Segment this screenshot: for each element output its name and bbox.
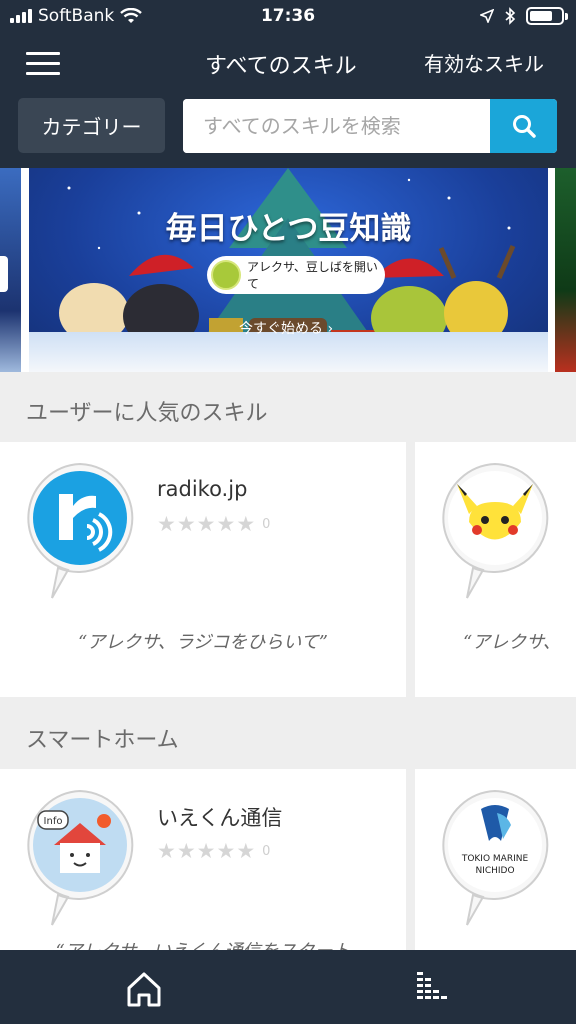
section-title-smart-home: スマートホーム [0,703,576,773]
tokio-marine-icon: TOKIO MARINE NICHIDO [442,789,549,926]
mameshiba-icon [211,260,241,290]
bluetooth-icon [505,7,516,25]
battery-icon [526,7,568,25]
star-icon: ★ [176,839,196,863]
banner-speech-bubble: アレクサ、豆しばを開いて [207,256,385,294]
star-icon: ★ [157,512,176,536]
star-icon: ★ [236,839,256,863]
next-banner-peek[interactable] [555,168,576,372]
category-button[interactable]: カテゴリー [18,98,165,153]
nichido-text: NICHIDO [475,866,514,876]
status-bar: SoftBank 17:36 [0,0,576,34]
info-badge-text: Info [44,816,63,827]
skill-card-radiko[interactable]: radiko.jp ★ ★ ★ ★ ★ 0 “アレクサ、ラジコをひらいて” [0,442,406,697]
location-arrow-icon [480,9,494,23]
star-icon: ★ [216,839,236,863]
iekun-house-icon: Info [27,789,134,926]
star-icon: ★ [176,512,196,536]
skill-invocation-phrase: “アレクサ、いえくん通信をスタート [0,937,406,950]
skill-card-tokio-marine[interactable]: TOKIO MARINE NICHIDO [415,769,576,950]
pikachu-icon [442,462,549,599]
skill-card-pikachu[interactable]: “アレクサ、 [415,442,576,697]
star-icon: ★ [196,512,216,536]
home-icon[interactable] [124,969,164,1009]
skill-name: いえくん通信 [157,806,283,830]
star-rating: ★ ★ ★ ★ ★ 0 [157,839,270,863]
search-icon [512,115,536,138]
star-icon: ★ [216,512,236,536]
star-icon: ★ [236,512,256,536]
app-header: すべてのスキル 有効なスキル カテゴリー [0,34,576,168]
banner-title: 毎日ひとつ豆知識 [165,211,412,247]
star-rating: ★ ★ ★ ★ ★ 0 [157,512,270,536]
search-bar [183,99,557,153]
skill-invocation-phrase: “アレクサ、ラジコをひらいて” [78,632,328,653]
search-input[interactable] [183,99,490,153]
banner-carousel[interactable]: 毎日ひとつ豆知識 アレクサ、豆しばを開いて 今すぐ始める › [0,168,576,372]
tab-enabled-skills[interactable]: 有効なスキル [424,48,544,77]
featured-banner[interactable]: 毎日ひとつ豆知識 アレクサ、豆しばを開いて 今すぐ始める › [29,168,548,372]
tab-all-skills[interactable]: すべてのスキル [205,48,357,80]
menu-icon[interactable] [26,52,60,76]
bottom-navigation [0,950,576,1024]
previous-banner-peek[interactable] [0,168,21,372]
skill-name: radiko.jp [157,477,248,501]
tokio-marine-text: TOKIO MARINE [461,854,529,864]
skill-invocation-phrase: “アレクサ、 [463,632,561,653]
snow-ground [29,332,548,372]
banner-bubble-text: アレクサ、豆しばを開いて [247,260,378,291]
star-icon: ★ [157,839,176,863]
skill-card-iekun[interactable]: Info いえくん通信 ★★★★★ 0 “アレクサ、いえくん通信をスタート [0,769,406,950]
section-title-popular: ユーザーに人気のスキル [0,376,576,446]
rating-count: 0 [262,843,271,859]
banner-cta-link[interactable]: 今すぐ始める › [239,318,333,338]
star-icon: ★ [196,839,216,863]
activity-feed-icon[interactable] [413,970,453,1006]
status-right [480,7,568,25]
search-button[interactable] [490,99,557,153]
rating-count: 0 [262,516,271,532]
radiko-logo-icon [27,462,134,599]
